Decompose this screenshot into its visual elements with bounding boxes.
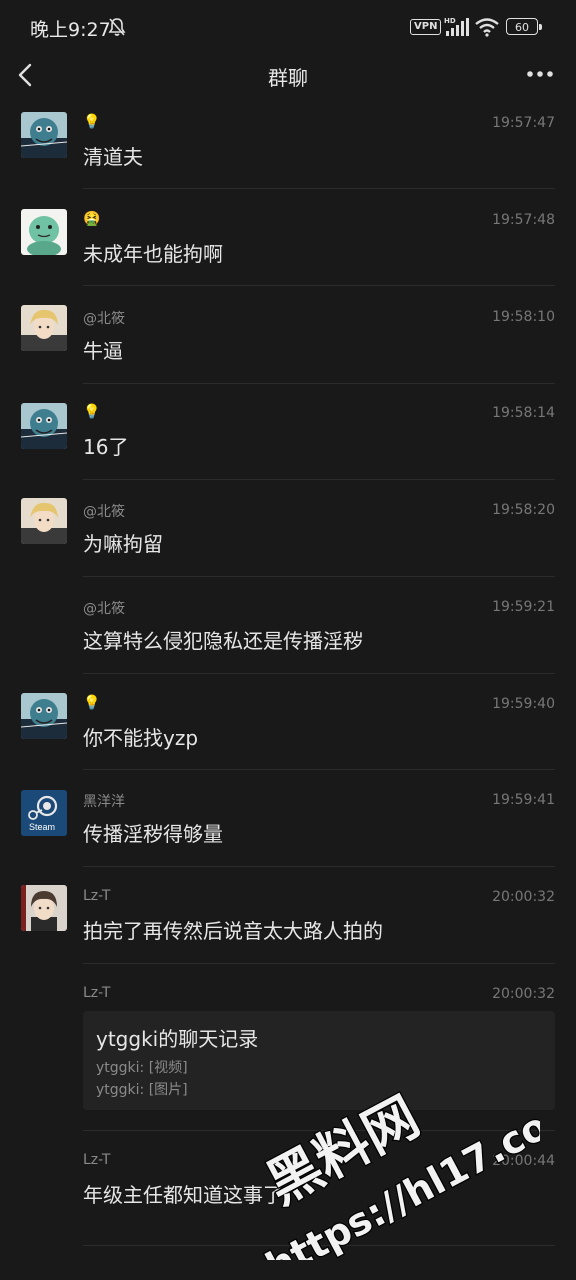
sender-name: @北筱 xyxy=(83,311,125,327)
sender-name: @北筱 xyxy=(83,504,125,520)
divider xyxy=(83,188,555,189)
status-time: 晚上9:27 xyxy=(30,19,111,41)
message-time: 19:59:40 xyxy=(492,696,555,712)
divider xyxy=(83,963,555,964)
message-text: 清道夫 xyxy=(83,145,143,169)
vpn-badge: VPN xyxy=(410,19,442,35)
message-text: 拍完了再传然后说音太大路人拍的 xyxy=(83,919,383,943)
sender-name: 💡 xyxy=(83,404,101,420)
avatar-label: Steam xyxy=(29,822,56,832)
message-text: 传播淫秽得够量 xyxy=(83,822,223,846)
avatar[interactable] xyxy=(21,498,67,544)
sender-name: Lz-T xyxy=(83,888,111,904)
message-text: 16了 xyxy=(83,435,129,459)
divider xyxy=(83,285,555,286)
message-text: 你不能找yzp xyxy=(83,726,199,750)
sender-name: Lz-T xyxy=(83,1152,111,1168)
divider xyxy=(83,479,555,480)
bell-muted-icon xyxy=(108,18,126,36)
status-bar: 晚上9:27 VPN HD 60 xyxy=(0,0,576,56)
svg-text:HD: HD xyxy=(444,17,456,25)
sender-name: @北筱 xyxy=(83,601,125,617)
message-text: 未成年也能拘啊 xyxy=(83,242,223,266)
card-title: ytggki的聊天记录 xyxy=(96,1027,259,1051)
message-time: 19:58:20 xyxy=(492,502,555,518)
list-item[interactable]: Lz-T 20:00:32 拍完了再传然后说音太大路人拍的 xyxy=(0,874,576,971)
sender-name: 黑洋洋 xyxy=(83,794,125,810)
battery-indicator: 60 xyxy=(506,18,542,35)
message-text: 牛逼 xyxy=(83,339,123,363)
message-time: 19:57:48 xyxy=(492,212,555,228)
avatar[interactable] xyxy=(21,305,67,351)
divider xyxy=(83,576,555,577)
list-item[interactable]: 🤮 19:57:48 未成年也能拘啊 xyxy=(0,197,576,294)
message-time: 19:58:14 xyxy=(492,405,555,421)
list-item[interactable]: @北筱 19:58:20 为嘛拘留 xyxy=(0,487,576,584)
message-text: 年级主任都知道这事了 xyxy=(83,1183,283,1207)
list-item[interactable]: Steam 黑洋洋 19:59:41 传播淫秽得够量 xyxy=(0,778,576,874)
chat-history-card[interactable]: ytggki的聊天记录 ytggki: [视频] ytggki: [图片] xyxy=(83,1011,555,1110)
avatar[interactable]: Steam xyxy=(21,790,67,836)
message-time: 19:57:47 xyxy=(492,115,555,131)
list-item[interactable]: 💡 19:59:40 你不能找yzp xyxy=(0,681,576,778)
divider xyxy=(83,673,555,674)
sender-name: 💡 xyxy=(83,695,101,711)
card-line: ytggki: [视频] xyxy=(96,1060,188,1076)
list-item[interactable]: Lz-T 20:00:44 年级主任都知道这事了 xyxy=(0,1138,576,1248)
list-item[interactable]: Lz-T 20:00:32 ytggki的聊天记录 ytggki: [视频] y… xyxy=(0,971,576,1138)
message-text: 这算特么侵犯隐私还是传播淫秽 xyxy=(83,629,363,653)
message-time: 19:58:10 xyxy=(492,309,555,325)
sender-name: Lz-T xyxy=(83,985,111,1001)
divider xyxy=(83,1130,555,1131)
message-time: 20:00:32 xyxy=(492,986,555,1002)
more-options-icon[interactable] xyxy=(526,64,554,84)
list-item[interactable]: 💡 19:58:14 16了 xyxy=(0,391,576,487)
divider xyxy=(83,769,555,770)
avatar[interactable] xyxy=(21,112,67,158)
avatar[interactable] xyxy=(21,885,67,931)
message-time: 20:00:32 xyxy=(492,889,555,905)
avatar[interactable] xyxy=(21,693,67,739)
divider xyxy=(83,1245,555,1246)
sender-name: 💡 xyxy=(83,114,101,130)
signal-icon: HD xyxy=(444,17,469,36)
list-item[interactable]: @北筱 19:58:10 牛逼 xyxy=(0,294,576,391)
message-time: 19:59:21 xyxy=(492,599,555,615)
wifi-icon xyxy=(475,18,499,37)
top-navigation-bar: 群聊 xyxy=(0,56,576,96)
list-item[interactable]: 💡 19:57:47 清道夫 xyxy=(0,100,576,197)
message-text: 为嘛拘留 xyxy=(83,532,163,556)
message-time: 20:00:44 xyxy=(492,1153,555,1169)
avatar[interactable] xyxy=(21,403,67,449)
sender-name: 🤮 xyxy=(83,211,101,227)
message-time: 19:59:41 xyxy=(492,792,555,808)
divider xyxy=(83,383,555,384)
page-title: 群聊 xyxy=(268,66,308,90)
card-line: ytggki: [图片] xyxy=(96,1082,188,1098)
avatar[interactable] xyxy=(21,209,67,255)
divider xyxy=(83,866,555,867)
list-item[interactable]: @北筱 19:59:21 这算特么侵犯隐私还是传播淫秽 xyxy=(0,584,576,681)
